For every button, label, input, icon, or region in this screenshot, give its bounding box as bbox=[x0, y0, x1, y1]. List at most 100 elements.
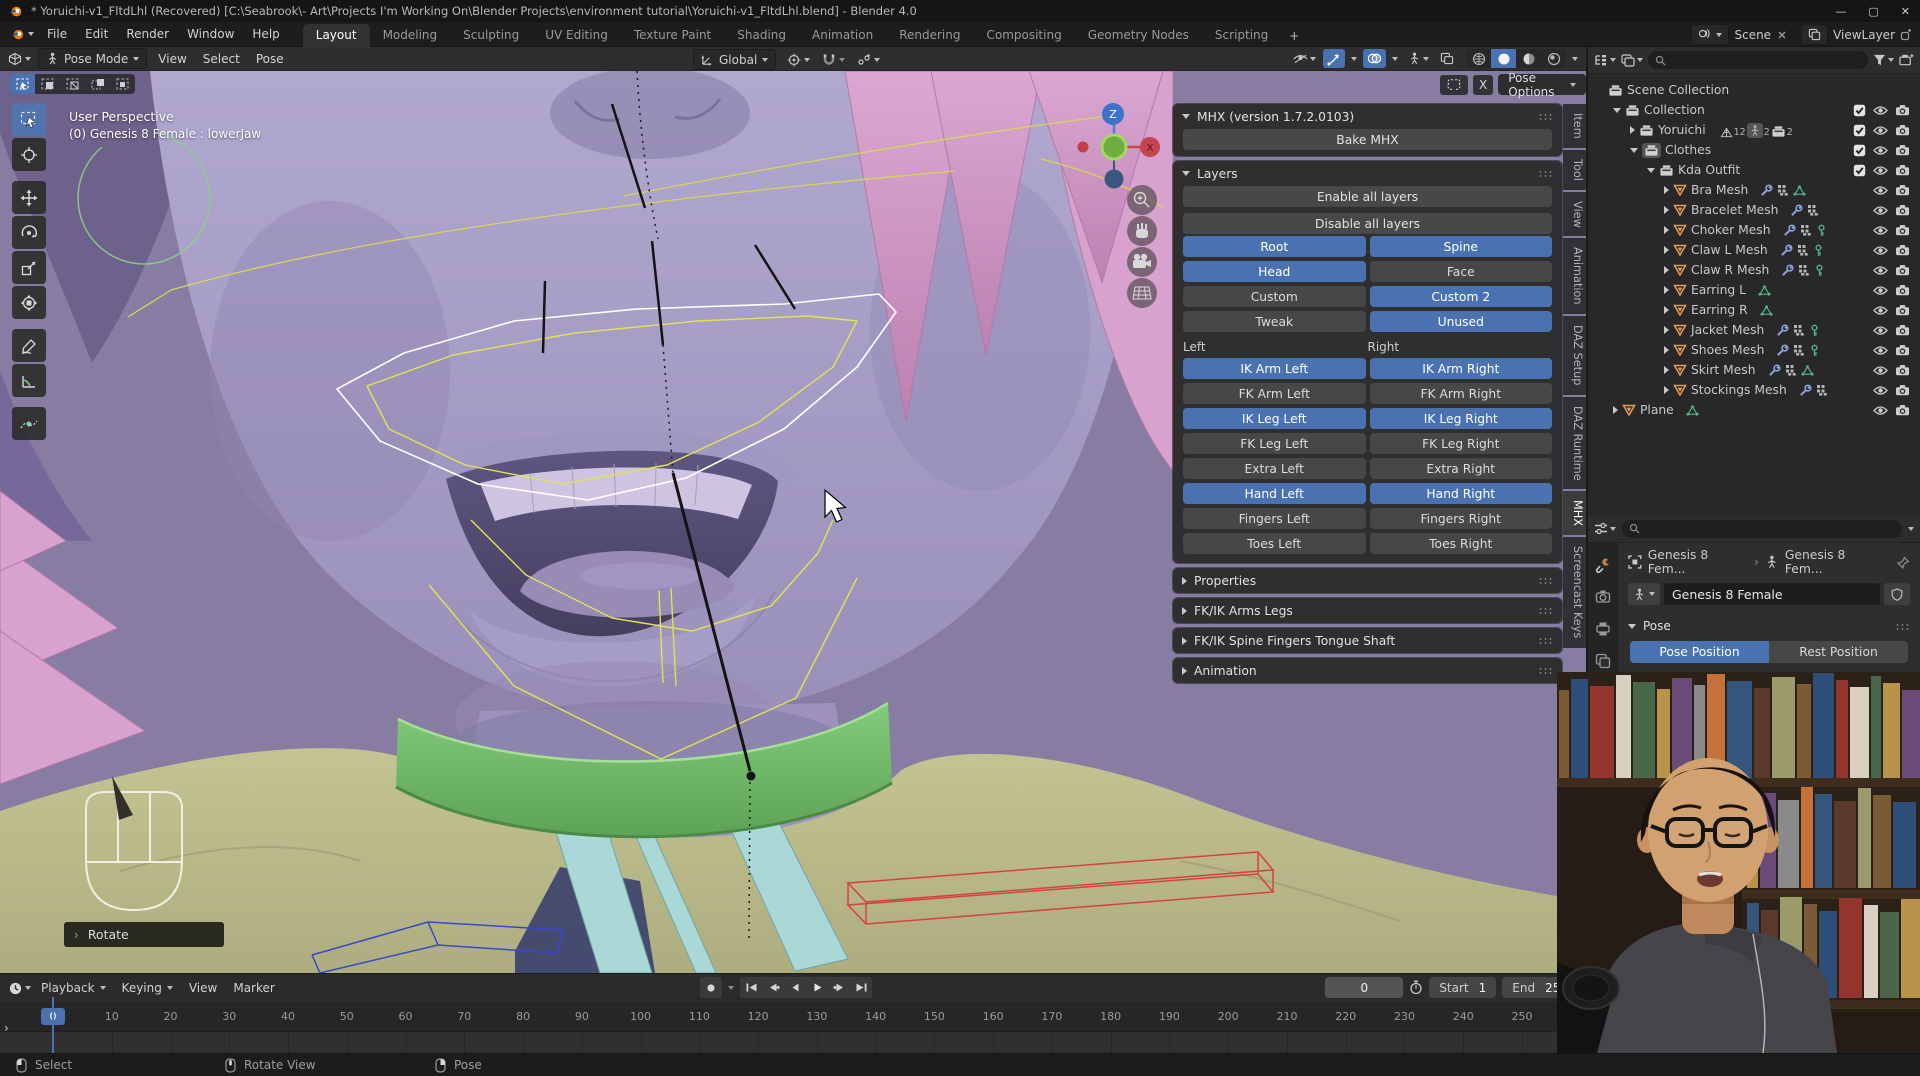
disclosure-closed-icon[interactable] bbox=[1664, 206, 1669, 214]
viewport-menu-view[interactable]: View bbox=[150, 49, 194, 69]
app-menu-edit[interactable]: Edit bbox=[76, 24, 117, 44]
data-block-type-button[interactable] bbox=[1628, 583, 1660, 605]
layer-button-tweak[interactable]: Tweak bbox=[1183, 311, 1366, 332]
outliner-row-claw-l-mesh[interactable]: Claw L Mesh bbox=[1588, 240, 1920, 260]
minimize-button[interactable]: — bbox=[1835, 5, 1846, 18]
eye-toggle[interactable] bbox=[1873, 245, 1888, 256]
disclosure-closed-icon[interactable] bbox=[1664, 246, 1669, 254]
properties-search-input[interactable] bbox=[1622, 520, 1902, 538]
shading-solid-button[interactable] bbox=[1491, 49, 1516, 68]
select-mode-set[interactable] bbox=[10, 74, 35, 94]
tab-tool-icon[interactable] bbox=[1595, 557, 1611, 573]
disclosure-closed-icon[interactable] bbox=[1613, 406, 1618, 414]
outliner-item-label[interactable]: Skirt Mesh bbox=[1691, 363, 1756, 377]
layer-button-ik-arm-left[interactable]: IK Arm Left bbox=[1183, 358, 1366, 379]
pose-panel-header[interactable]: Pose bbox=[1618, 605, 1920, 641]
outliner-item-label[interactable]: Earring L bbox=[1691, 283, 1746, 297]
outliner-item-label[interactable]: Claw L Mesh bbox=[1691, 243, 1768, 257]
outliner-item-label[interactable]: Stockings Mesh bbox=[1691, 383, 1787, 397]
camera-toggle[interactable] bbox=[1895, 204, 1910, 216]
outliner-row-yoruichi[interactable]: Yoruichi1222 bbox=[1588, 120, 1920, 140]
disclosure-closed-icon[interactable] bbox=[1664, 226, 1669, 234]
app-menu-file[interactable]: File bbox=[38, 24, 76, 44]
outliner-filter-button[interactable] bbox=[1873, 54, 1894, 66]
eye-toggle[interactable] bbox=[1873, 265, 1888, 276]
enable-all-layers-button[interactable]: Enable all layers bbox=[1183, 186, 1552, 207]
check-toggle[interactable] bbox=[1853, 164, 1866, 177]
tool-scale-button[interactable] bbox=[12, 251, 46, 284]
pose-options-dropdown[interactable]: Pose Options bbox=[1498, 74, 1586, 95]
drag-handle-icon[interactable] bbox=[1538, 170, 1553, 177]
camera-toggle[interactable] bbox=[1895, 284, 1910, 296]
outliner-item-label[interactable]: Collection bbox=[1644, 103, 1705, 117]
outliner-item-label[interactable]: Earring R bbox=[1691, 303, 1748, 317]
viewport-3d[interactable]: Z X bbox=[0, 71, 1586, 973]
eye-toggle[interactable] bbox=[1873, 125, 1888, 136]
workspace-tab-compositing[interactable]: Compositing bbox=[973, 24, 1074, 47]
camera-toggle[interactable] bbox=[1895, 224, 1910, 236]
viewport-menu-pose[interactable]: Pose bbox=[248, 49, 292, 69]
disclosure-closed-icon[interactable] bbox=[1664, 186, 1669, 194]
add-workspace-button[interactable]: + bbox=[1281, 25, 1307, 47]
disclosure-closed-icon[interactable] bbox=[1664, 346, 1669, 354]
timeline-ruler[interactable]: 0102030405060708090100110120130140150160… bbox=[0, 1002, 1586, 1032]
rest-position-button[interactable]: Rest Position bbox=[1769, 641, 1908, 663]
workspace-tab-geometry-nodes[interactable]: Geometry Nodes bbox=[1075, 24, 1202, 47]
orientation-dropdown[interactable]: Global bbox=[693, 49, 776, 70]
outliner-row-bra-mesh[interactable]: Bra Mesh bbox=[1588, 180, 1920, 200]
workspace-tab-layout[interactable]: Layout bbox=[303, 24, 370, 47]
eye-toggle[interactable] bbox=[1873, 325, 1888, 336]
drag-handle-icon[interactable] bbox=[1538, 577, 1553, 584]
workspace-tab-animation[interactable]: Animation bbox=[799, 24, 886, 47]
playhead[interactable] bbox=[52, 997, 54, 1054]
disclosure-open-icon[interactable] bbox=[1613, 108, 1621, 113]
camera-toggle[interactable] bbox=[1895, 124, 1910, 136]
data-block-name-field[interactable]: Genesis 8 Female bbox=[1664, 583, 1880, 605]
disclosure-closed-icon[interactable] bbox=[1664, 306, 1669, 314]
properties-editor-type-button[interactable] bbox=[1594, 522, 1616, 535]
outliner-row-clothes[interactable]: Clothes bbox=[1588, 140, 1920, 160]
disable-all-layers-button[interactable]: Disable all layers bbox=[1183, 213, 1552, 234]
outliner-row-earring-l[interactable]: Earring L bbox=[1588, 280, 1920, 300]
layer-button-fk-leg-right[interactable]: FK Leg Right bbox=[1370, 433, 1553, 454]
layer-button-head[interactable]: Head bbox=[1183, 261, 1366, 282]
select-mode-subtract[interactable] bbox=[60, 74, 85, 94]
layer-button-ik-leg-right[interactable]: IK Leg Right bbox=[1370, 408, 1553, 429]
check-toggle[interactable] bbox=[1853, 104, 1866, 117]
eye-toggle[interactable] bbox=[1873, 185, 1888, 196]
sidebar-tab-item[interactable]: Item bbox=[1563, 104, 1586, 148]
gizmos-toggle[interactable] bbox=[1323, 49, 1345, 68]
snap-toggle[interactable] bbox=[818, 53, 849, 67]
sidebar-tab-screencast-keys[interactable]: Screencast Keys bbox=[1563, 537, 1586, 647]
bake-mhx-button[interactable]: Bake MHX bbox=[1183, 129, 1552, 150]
layer-button-fk-arm-left[interactable]: FK Arm Left bbox=[1183, 383, 1366, 404]
tool-transform-button[interactable] bbox=[12, 286, 46, 319]
eye-toggle[interactable] bbox=[1873, 205, 1888, 216]
camera-toggle[interactable] bbox=[1895, 404, 1910, 416]
outliner-item-label[interactable]: Scene Collection bbox=[1627, 83, 1729, 97]
jump-to-end-button[interactable] bbox=[850, 977, 872, 998]
outliner-row-collection[interactable]: Collection bbox=[1588, 100, 1920, 120]
tab-render-icon[interactable] bbox=[1595, 589, 1611, 605]
layer-button-custom[interactable]: Custom bbox=[1183, 286, 1366, 307]
layer-button-extra-right[interactable]: Extra Right bbox=[1370, 458, 1553, 479]
outliner-item-label[interactable]: Bra Mesh bbox=[1691, 183, 1748, 197]
timeline-editor-type-button[interactable] bbox=[8, 981, 31, 996]
tab-output-icon[interactable] bbox=[1595, 621, 1611, 637]
check-toggle[interactable] bbox=[1853, 144, 1866, 157]
layer-button-toes-right[interactable]: Toes Right bbox=[1370, 533, 1553, 554]
pose-position-button[interactable]: Pose Position bbox=[1630, 641, 1769, 663]
disclosure-closed-icon[interactable] bbox=[1664, 366, 1669, 374]
outliner-item-label[interactable]: Jacket Mesh bbox=[1691, 323, 1764, 337]
layer-button-hand-left[interactable]: Hand Left bbox=[1183, 483, 1366, 504]
xray-toggle[interactable] bbox=[1436, 49, 1458, 68]
eye-toggle[interactable] bbox=[1873, 405, 1888, 416]
breadcrumb-object[interactable]: Genesis 8 Fem... bbox=[1648, 548, 1748, 576]
workspace-tab-rendering[interactable]: Rendering bbox=[886, 24, 973, 47]
new-layer-icon[interactable] bbox=[1900, 29, 1912, 41]
scene-name[interactable]: Scene bbox=[1734, 28, 1771, 42]
play-button[interactable] bbox=[806, 977, 828, 998]
zoom-button[interactable] bbox=[1127, 185, 1157, 215]
layer-button-face[interactable]: Face bbox=[1370, 261, 1553, 282]
workspace-tab-modeling[interactable]: Modeling bbox=[370, 24, 451, 47]
